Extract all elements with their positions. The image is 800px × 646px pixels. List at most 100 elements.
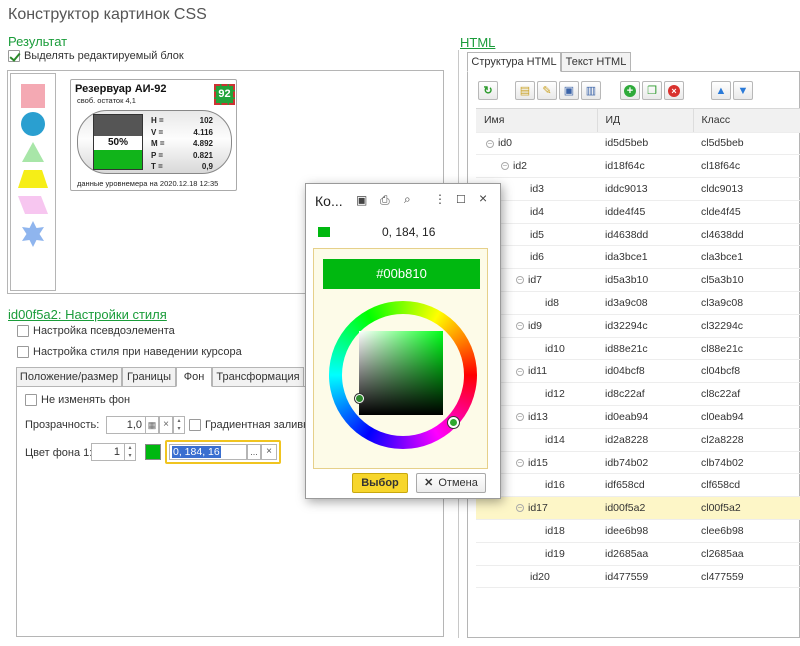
square-shape[interactable] bbox=[21, 84, 45, 108]
html-structure-panel: ↻ ▤ ✎ ▣ ▥ + ❐ × ▲ ▼ Имя ИД Класс – id0 id5… bbox=[467, 71, 800, 638]
add-folder-icon[interactable]: ▤ bbox=[515, 81, 535, 100]
pseudo-checkbox[interactable] bbox=[17, 325, 29, 338]
calculator-icon[interactable]: ▦ bbox=[145, 416, 159, 434]
table-row[interactable]: id3 iddc9013 cldc9013 bbox=[476, 177, 800, 201]
bg-color-index-input[interactable]: 1 bbox=[91, 443, 125, 461]
table-row[interactable]: – id13 id0eab94 cl0eab94 bbox=[476, 405, 800, 429]
row-id-cell: id5a3b10 bbox=[597, 268, 693, 293]
table-row[interactable]: id6 ida3bce1 cla3bce1 bbox=[476, 245, 800, 270]
row-class-cell: clf658cd bbox=[693, 473, 800, 498]
collapse-toggle-icon[interactable]: – bbox=[501, 162, 509, 171]
table-row[interactable]: id14 id2a8228 cl2a8228 bbox=[476, 428, 800, 452]
move-down-icon[interactable]: ▼ bbox=[733, 81, 753, 100]
move-up-icon[interactable]: ▲ bbox=[711, 81, 731, 100]
table-row[interactable]: – id15 idb74b02 clb74b02 bbox=[476, 451, 800, 475]
save-as-icon[interactable]: ▥ bbox=[581, 81, 601, 100]
collapse-toggle-icon[interactable]: – bbox=[516, 458, 524, 467]
current-color-swatch bbox=[318, 227, 330, 237]
tab-position-size[interactable]: Положение/размер bbox=[16, 367, 122, 387]
parallelogram-icon bbox=[18, 196, 48, 214]
dialog-print-icon[interactable]: ⎙ bbox=[380, 193, 390, 208]
saturation-square[interactable] bbox=[359, 331, 443, 415]
dialog-save-icon[interactable]: ▣ bbox=[356, 193, 367, 207]
tank-widget[interactable]: Резервуар АИ-92 своб. остаток 4,1 92 50%… bbox=[70, 79, 237, 191]
table-row[interactable]: – id9 id32294c cl32294c bbox=[476, 314, 800, 338]
table-row[interactable]: id16 idf658cd clf658cd bbox=[476, 473, 800, 498]
tab-html-structure[interactable]: Структура HTML bbox=[467, 52, 561, 72]
copy-icon[interactable]: ❐ bbox=[642, 81, 662, 100]
table-row[interactable]: – id7 id5a3b10 cl5a3b10 bbox=[476, 268, 800, 293]
table-row[interactable]: id20 id477559 cl477559 bbox=[476, 565, 800, 589]
highlight-checkbox[interactable] bbox=[8, 50, 20, 63]
gradient-checkbox[interactable] bbox=[189, 419, 201, 432]
refresh-icon[interactable]: ↻ bbox=[478, 81, 498, 100]
row-name-cell: id19 bbox=[476, 542, 597, 566]
bg-color-clear-icon[interactable]: × bbox=[261, 444, 277, 460]
opacity-stepper[interactable]: ▴ ▾ bbox=[173, 416, 185, 434]
bg-color-index-stepper[interactable]: ▴ ▾ bbox=[124, 443, 136, 461]
circle-shape[interactable] bbox=[21, 112, 45, 136]
cancel-button[interactable]: ✕ Отмена bbox=[416, 473, 486, 493]
ok-button[interactable]: Выбор bbox=[352, 473, 408, 493]
tab-background[interactable]: Фон bbox=[176, 367, 212, 387]
gradient-checkbox-row[interactable]: Градиентная заливка bbox=[189, 419, 314, 432]
dialog-more-icon[interactable]: ⋮ bbox=[434, 192, 446, 206]
tab-transform[interactable]: Трансформация bbox=[212, 367, 304, 387]
bg-color-select-button[interactable]: ... bbox=[247, 444, 261, 460]
pseudo-checkbox-row[interactable]: Настройка псевдоэлемента bbox=[17, 325, 175, 338]
star-shape[interactable] bbox=[19, 220, 47, 248]
delete-icon[interactable]: × bbox=[664, 81, 684, 100]
dialog-maximize-icon[interactable]: ☐ bbox=[456, 193, 466, 206]
collapse-toggle-icon[interactable]: – bbox=[516, 367, 524, 376]
no-change-bg-row[interactable]: Не изменять фон bbox=[25, 394, 130, 407]
table-row[interactable]: id12 id8c22af cl8c22af bbox=[476, 382, 800, 407]
hover-checkbox-row[interactable]: Настройка стиля при наведении курсора bbox=[17, 346, 242, 359]
collapse-toggle-icon[interactable]: – bbox=[516, 276, 524, 285]
bg-color-swatch[interactable] bbox=[145, 444, 161, 460]
row-name: id17 bbox=[528, 502, 548, 515]
table-row[interactable]: – id0 id5d5beb cl5d5beb bbox=[476, 132, 800, 156]
table-row[interactable]: id5 id4638dd cl4638dd bbox=[476, 223, 800, 247]
collapse-toggle-icon[interactable]: – bbox=[516, 504, 524, 513]
html-title[interactable]: HTML bbox=[460, 35, 495, 50]
collapse-toggle-icon[interactable]: – bbox=[516, 413, 524, 422]
edit-folder-icon[interactable]: ✎ bbox=[537, 81, 557, 100]
tank-param-row: M = 4.892 bbox=[151, 139, 213, 151]
opacity-clear-icon[interactable]: × bbox=[159, 416, 173, 434]
tab-borders[interactable]: Границы bbox=[122, 367, 176, 387]
bg-color-field[interactable]: 0, 184, 16 ... × bbox=[165, 440, 281, 464]
triangle-shape[interactable] bbox=[21, 140, 45, 164]
result-title: Результат bbox=[8, 34, 68, 49]
table-row[interactable]: – id17 id00f5a2 cl00f5a2 bbox=[476, 496, 800, 521]
hover-checkbox[interactable] bbox=[17, 346, 29, 359]
row-name: id7 bbox=[528, 274, 543, 287]
saturation-handle[interactable] bbox=[355, 394, 364, 403]
hue-handle[interactable] bbox=[448, 417, 459, 428]
no-change-bg-checkbox[interactable] bbox=[25, 394, 37, 407]
star-icon bbox=[22, 221, 44, 247]
add-icon[interactable]: + bbox=[620, 81, 640, 100]
col-class-header[interactable]: Класс bbox=[693, 109, 800, 133]
bg-color-input[interactable]: 0, 184, 16 bbox=[169, 444, 247, 460]
opacity-input[interactable]: 1,0 bbox=[106, 416, 146, 434]
table-row[interactable]: id4 idde4f45 clde4f45 bbox=[476, 200, 800, 224]
table-row[interactable]: id18 idee6b98 clee6b98 bbox=[476, 519, 800, 543]
tab-html-text[interactable]: Текст HTML bbox=[561, 52, 631, 72]
highlight-checkbox-row[interactable]: Выделять редактируемый блок bbox=[8, 50, 184, 63]
trapezoid-shape[interactable] bbox=[17, 168, 49, 190]
table-row[interactable]: id19 id2685aa cl2685aa bbox=[476, 542, 800, 566]
style-settings-title[interactable]: id00f5a2: Настройки стиля bbox=[8, 307, 167, 322]
table-row[interactable]: id10 id88e21c cl88e21c bbox=[476, 337, 800, 361]
save-icon[interactable]: ▣ bbox=[559, 81, 579, 100]
hex-bar[interactable]: #00b810 bbox=[323, 259, 480, 289]
table-row[interactable]: – id2 id18f64c cl18f64c bbox=[476, 154, 800, 179]
table-row[interactable]: id8 id3a9c08 cl3a9c08 bbox=[476, 291, 800, 315]
dialog-preview-icon[interactable]: ⌕ bbox=[404, 192, 411, 207]
table-row[interactable]: – id11 id04bcf8 cl04bcf8 bbox=[476, 359, 800, 384]
collapse-toggle-icon[interactable]: – bbox=[516, 321, 524, 330]
dialog-close-icon[interactable]: × bbox=[479, 190, 487, 206]
collapse-toggle-icon[interactable]: – bbox=[486, 139, 494, 148]
col-id-header[interactable]: ИД bbox=[597, 109, 694, 133]
parallelogram-shape[interactable] bbox=[17, 194, 49, 216]
col-name-header[interactable]: Имя bbox=[476, 109, 598, 133]
